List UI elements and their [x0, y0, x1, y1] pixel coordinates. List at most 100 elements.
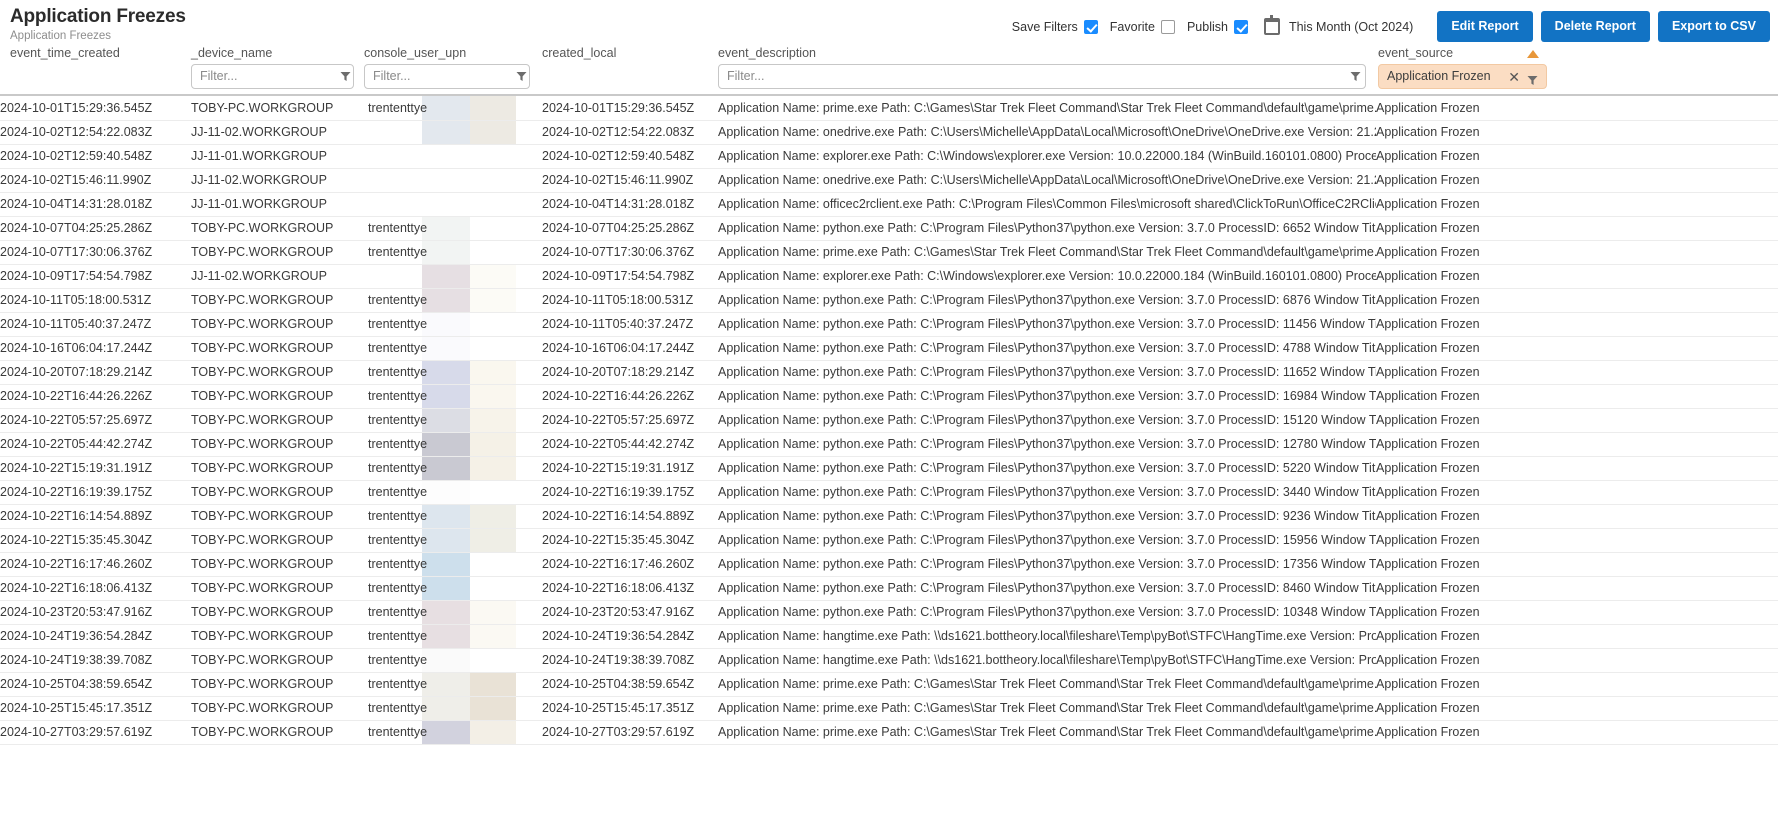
console-user-upn-value: trententtye [368, 389, 428, 403]
redaction-block [470, 432, 516, 455]
table-row[interactable]: 2024-10-11T05:18:00.531Z TOBY-PC.WORKGROU… [0, 288, 1778, 313]
cell-console_user_upn: trententtye [364, 288, 542, 313]
cell-event_time_created: 2024-10-22T05:57:25.697Z [0, 408, 191, 433]
redaction-block [470, 360, 516, 383]
redaction-block [422, 264, 470, 287]
cell-event_time_created: 2024-10-22T15:35:45.304Z [0, 528, 191, 553]
table-row[interactable]: 2024-10-27T03:29:57.619Z TOBY-PC.WORKGROU… [0, 720, 1778, 745]
column-header-console-user-upn[interactable]: console_user_upn [364, 46, 466, 60]
cell-event_source: Application Frozen [1376, 168, 1778, 193]
cell-event_description: Application Name: officec2rclient.exe Pa… [718, 192, 1376, 217]
cell-console_user_upn: trententtye [364, 576, 542, 601]
cell-created_local: 2024-10-27T03:29:57.619Z [542, 720, 718, 745]
save-filters-checkbox[interactable] [1083, 19, 1098, 34]
sort-ascending-icon[interactable] [1527, 50, 1539, 58]
filter-input-device-name[interactable]: Filter... [191, 64, 354, 89]
column-header-event-time-created[interactable]: event_time_created [10, 46, 120, 60]
filter-funnel-icon-event-source[interactable] [1527, 71, 1538, 85]
redaction-block [470, 624, 516, 647]
filter-chip-label: Application Frozen [1387, 69, 1491, 83]
cell-created_local: 2024-10-24T19:38:39.708Z [542, 648, 718, 673]
table-row[interactable]: 2024-10-22T15:35:45.304Z TOBY-PC.WORKGROU… [0, 528, 1778, 553]
cell-created_local: 2024-10-20T07:18:29.214Z [542, 360, 718, 385]
console-user-upn-value: trententtye [368, 437, 428, 451]
cell-_device_name: TOBY-PC.WORKGROUP [191, 480, 364, 505]
table-row[interactable]: 2024-10-22T16:18:06.413Z TOBY-PC.WORKGROU… [0, 576, 1778, 601]
column-header-event-description[interactable]: event_description [718, 46, 816, 60]
report-toolbar: Save Filters Favorite Publish This Month… [1012, 11, 1770, 42]
table-row[interactable]: 2024-10-22T16:19:39.175Z TOBY-PC.WORKGROU… [0, 480, 1778, 505]
table-row[interactable]: 2024-10-22T16:14:54.889Z TOBY-PC.WORKGROU… [0, 504, 1778, 529]
redaction-block [470, 504, 516, 527]
table-row[interactable]: 2024-10-22T05:44:42.274Z TOBY-PC.WORKGROU… [0, 432, 1778, 457]
table-row[interactable]: 2024-10-20T07:18:29.214Z TOBY-PC.WORKGROU… [0, 360, 1778, 385]
cell-event_description: Application Name: python.exe Path: C:\Pr… [718, 360, 1376, 385]
cell-event_description: Application Name: onedrive.exe Path: C:\… [718, 120, 1376, 145]
redaction-block [422, 672, 470, 695]
cell-created_local: 2024-10-22T16:17:46.260Z [542, 552, 718, 577]
cell-created_local: 2024-10-25T04:38:59.654Z [542, 672, 718, 697]
column-header-created-local[interactable]: created_local [542, 46, 616, 60]
redaction-block [422, 312, 470, 335]
table-row[interactable]: 2024-10-04T14:31:28.018Z JJ-11-01.WORKGRO… [0, 192, 1778, 217]
cell-event_source: Application Frozen [1376, 288, 1778, 313]
redaction-block [422, 576, 470, 599]
cell-_device_name: TOBY-PC.WORKGROUP [191, 528, 364, 553]
redaction-block [470, 528, 516, 551]
cell-event_time_created: 2024-10-07T17:30:06.376Z [0, 240, 191, 265]
table-row[interactable]: 2024-10-09T17:54:54.798Z JJ-11-02.WORKGRO… [0, 264, 1778, 289]
publish-checkbox-group[interactable]: Publish [1187, 19, 1248, 34]
table-row[interactable]: 2024-10-02T12:54:22.083Z JJ-11-02.WORKGRO… [0, 120, 1778, 145]
table-row[interactable]: 2024-10-23T20:53:47.916Z TOBY-PC.WORKGROU… [0, 600, 1778, 625]
cell-event_source: Application Frozen [1376, 120, 1778, 145]
redaction-block [422, 624, 470, 647]
table-row[interactable]: 2024-10-16T06:04:17.244Z TOBY-PC.WORKGROU… [0, 336, 1778, 361]
redaction-block [470, 552, 516, 575]
filter-input-event-description[interactable]: Filter... [718, 64, 1366, 89]
filter-input-console-user-upn[interactable]: Filter... [364, 64, 530, 89]
column-header-device-name[interactable]: _device_name [191, 46, 272, 60]
cell-event_time_created: 2024-10-02T12:54:22.083Z [0, 120, 191, 145]
redaction-block [422, 360, 470, 383]
cell-console_user_upn: trententtye [364, 720, 542, 745]
table-row[interactable]: 2024-10-25T15:45:17.351Z TOBY-PC.WORKGROU… [0, 696, 1778, 721]
publish-checkbox[interactable] [1233, 19, 1248, 34]
cell-console_user_upn: trententtye [364, 600, 542, 625]
table-row[interactable]: 2024-10-24T19:36:54.284Z TOBY-PC.WORKGROU… [0, 624, 1778, 649]
table-row[interactable]: 2024-10-22T16:17:46.260Z TOBY-PC.WORKGROU… [0, 552, 1778, 577]
favorite-checkbox[interactable] [1160, 19, 1175, 34]
table-row[interactable]: 2024-10-24T19:38:39.708Z TOBY-PC.WORKGROU… [0, 648, 1778, 673]
delete-report-button[interactable]: Delete Report [1540, 11, 1650, 42]
results-table-container[interactable]: 2024-10-01T15:29:36.545Z TOBY-PC.WORKGROU… [0, 96, 1778, 832]
cell-_device_name: TOBY-PC.WORKGROUP [191, 600, 364, 625]
filter-chip-event-source[interactable]: Application Frozen ✕ [1378, 64, 1547, 89]
cell-event_description: Application Name: python.exe Path: C:\Pr… [718, 576, 1376, 601]
column-header-row: event_time_created _device_name Filter..… [0, 46, 1778, 96]
table-row[interactable]: 2024-10-22T16:44:26.226Z TOBY-PC.WORKGROU… [0, 384, 1778, 409]
favorite-checkbox-group[interactable]: Favorite [1110, 19, 1175, 34]
cell-event_time_created: 2024-10-22T16:17:46.260Z [0, 552, 191, 577]
cell-console_user_upn: trententtye [364, 696, 542, 721]
date-range-picker[interactable]: This Month (Oct 2024) [1263, 15, 1413, 35]
export-to-csv-button[interactable]: Export to CSV [1657, 11, 1770, 42]
table-row[interactable]: 2024-10-11T05:40:37.247Z TOBY-PC.WORKGROU… [0, 312, 1778, 337]
edit-report-button[interactable]: Edit Report [1437, 11, 1533, 42]
table-row[interactable]: 2024-10-07T17:30:06.376Z TOBY-PC.WORKGROU… [0, 240, 1778, 265]
cell-_device_name: TOBY-PC.WORKGROUP [191, 696, 364, 721]
table-row[interactable]: 2024-10-22T05:57:25.697Z TOBY-PC.WORKGROU… [0, 408, 1778, 433]
table-row[interactable]: 2024-10-07T04:25:25.286Z TOBY-PC.WORKGROU… [0, 216, 1778, 241]
table-row[interactable]: 2024-10-02T15:46:11.990Z JJ-11-02.WORKGRO… [0, 168, 1778, 193]
redaction-block [422, 552, 470, 575]
redaction-block [422, 504, 470, 527]
table-row[interactable]: 2024-10-22T15:19:31.191Z TOBY-PC.WORKGROU… [0, 456, 1778, 481]
redaction-block [422, 432, 470, 455]
page-header: Application Freezes Application Freezes … [0, 0, 1778, 46]
save-filters-checkbox-group[interactable]: Save Filters [1012, 19, 1098, 34]
cell-event_description: Application Name: python.exe Path: C:\Pr… [718, 552, 1376, 577]
table-row[interactable]: 2024-10-25T04:38:59.654Z TOBY-PC.WORKGROU… [0, 672, 1778, 697]
console-user-upn-value: trententtye [368, 365, 428, 379]
column-header-event-source[interactable]: event_source [1378, 46, 1453, 60]
table-row[interactable]: 2024-10-01T15:29:36.545Z TOBY-PC.WORKGROU… [0, 96, 1778, 121]
clear-filter-icon[interactable]: ✕ [1508, 70, 1520, 84]
table-row[interactable]: 2024-10-02T12:59:40.548Z JJ-11-01.WORKGRO… [0, 144, 1778, 169]
